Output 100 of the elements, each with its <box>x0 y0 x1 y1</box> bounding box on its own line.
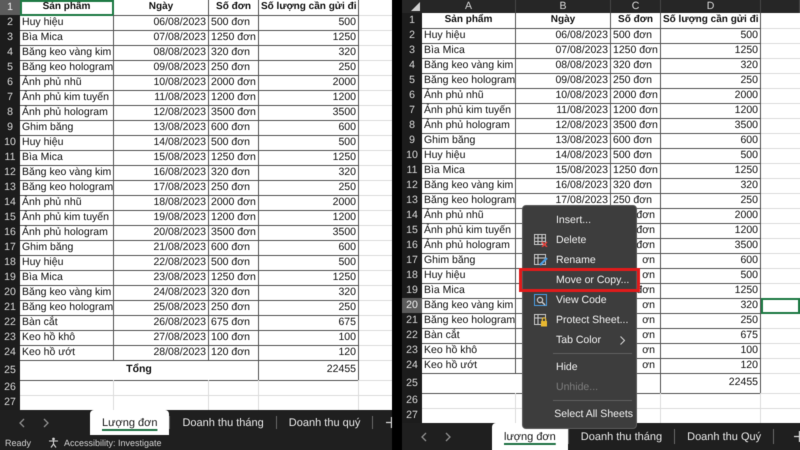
row-header[interactable]: 25 <box>402 373 422 394</box>
column-header[interactable]: D <box>661 0 761 13</box>
row-header[interactable]: 19 <box>0 270 20 286</box>
chevron-right-icon[interactable] <box>43 418 50 428</box>
row-header[interactable]: 19 <box>402 283 422 299</box>
row-header[interactable]: 22 <box>402 328 422 344</box>
table-cell: 07/08/2023 <box>516 43 611 59</box>
sheet-tab[interactable]: Doanh thu Quý <box>675 423 774 450</box>
selected-cell[interactable] <box>761 298 800 314</box>
row-header[interactable]: 15 <box>402 223 422 239</box>
row-header[interactable]: 18 <box>402 268 422 284</box>
row-header[interactable]: 6 <box>0 75 20 91</box>
row-header[interactable]: 9 <box>0 120 20 136</box>
row-header[interactable]: 24 <box>0 345 20 361</box>
table-cell: Ảnh phủ hologram <box>20 105 114 121</box>
table-cell: 21/08/2023 <box>114 240 209 256</box>
chevron-left-icon[interactable] <box>18 418 25 428</box>
table-delete-icon <box>534 234 548 246</box>
row-header[interactable]: 27 <box>402 408 422 423</box>
menu-item[interactable]: Move or Copy... <box>519 268 640 292</box>
row-header[interactable]: 1 <box>0 0 20 16</box>
row-header[interactable]: 13 <box>0 180 20 196</box>
row-header[interactable]: 26 <box>402 393 422 409</box>
row-header[interactable]: 8 <box>402 118 422 134</box>
column-header[interactable]: C <box>611 0 661 13</box>
row-header[interactable]: 5 <box>402 73 422 89</box>
sheet-tab[interactable]: Doanh thu tháng <box>568 423 674 450</box>
row-header[interactable]: 7 <box>402 103 422 119</box>
row-header[interactable]: 1 <box>402 13 422 29</box>
chevron-right-icon[interactable] <box>445 432 452 442</box>
table-cell: 100 <box>259 330 359 346</box>
row-header[interactable]: 3 <box>0 30 20 46</box>
plus-icon[interactable] <box>386 417 392 428</box>
row-header[interactable]: 12 <box>402 178 422 194</box>
row-header[interactable]: 17 <box>402 253 422 269</box>
row-header[interactable]: 8 <box>0 105 20 121</box>
row-header[interactable]: 5 <box>0 60 20 76</box>
column-header[interactable]: B <box>516 0 611 13</box>
table-cell: 250 đơn <box>209 60 259 76</box>
empty-cell[interactable] <box>209 380 259 396</box>
row-header[interactable]: 11 <box>0 150 20 166</box>
row-header[interactable]: 26 <box>0 380 20 396</box>
table-cell: 2000 <box>259 195 359 211</box>
table-cell: Sản phẩm <box>422 13 516 29</box>
empty-cell[interactable] <box>661 393 761 409</box>
row-header[interactable]: 22 <box>0 315 20 331</box>
row-header[interactable]: 20 <box>402 298 422 314</box>
column-header[interactable]: A <box>422 0 516 13</box>
row-header[interactable]: 24 <box>402 358 422 374</box>
row-header[interactable]: 27 <box>0 395 20 410</box>
table-cell: Keo hồ khô <box>20 330 114 346</box>
row-header[interactable]: 15 <box>0 210 20 226</box>
row-header[interactable]: 7 <box>0 90 20 106</box>
table-cell: Bìa Mica <box>422 43 516 59</box>
accessibility-status[interactable]: Accessibility: Investigate <box>64 438 162 448</box>
row-header[interactable]: 10 <box>0 135 20 151</box>
table-cell: 1250 <box>661 43 761 59</box>
sheet-tab[interactable]: Doanh thu quý <box>276 410 372 435</box>
sheet-tab[interactable]: Doanh thu tháng <box>170 410 276 435</box>
table-cell: Ảnh phủ nhũ <box>20 195 114 211</box>
table-cell: 16/08/2023 <box>114 165 209 181</box>
table-cell: 675 <box>259 315 359 331</box>
row-header[interactable]: 23 <box>0 330 20 346</box>
row-header[interactable]: 25 <box>0 360 20 381</box>
row-header[interactable]: 6 <box>402 88 422 104</box>
row-header[interactable]: 13 <box>402 193 422 209</box>
row-header[interactable]: 12 <box>0 165 20 181</box>
table-cell: Bàn cắt <box>422 328 516 344</box>
row-header[interactable]: 14 <box>0 195 20 211</box>
row-header[interactable]: 9 <box>402 133 422 149</box>
row-header[interactable]: 17 <box>0 240 20 256</box>
empty-cell[interactable] <box>114 380 209 396</box>
table-cell: 1200 <box>661 223 761 239</box>
chevron-left-icon[interactable] <box>420 432 427 442</box>
row-header[interactable]: 11 <box>402 163 422 179</box>
table-cell: 320 <box>259 285 359 301</box>
table-cell: 500 đơn <box>611 148 661 164</box>
row-header[interactable]: 23 <box>402 343 422 359</box>
accessibility-icon[interactable] <box>48 437 60 448</box>
sheet-tab[interactable]: Lượng đơn <box>90 410 170 435</box>
select-all-icon[interactable] <box>411 2 420 11</box>
row-header[interactable]: 16 <box>402 238 422 254</box>
row-header[interactable]: 21 <box>402 313 422 329</box>
menu-item[interactable]: Select All Sheets <box>523 404 636 424</box>
table-cell: 600 <box>259 240 359 256</box>
row-header[interactable]: 18 <box>0 255 20 271</box>
row-header[interactable]: 4 <box>402 58 422 74</box>
row-header[interactable]: 21 <box>0 300 20 316</box>
table-cell: Băng keo vàng kim <box>20 285 114 301</box>
plus-icon[interactable] <box>794 431 800 442</box>
row-header[interactable]: 4 <box>0 45 20 61</box>
row-header[interactable]: 20 <box>0 285 20 301</box>
row-header[interactable]: 3 <box>402 43 422 59</box>
empty-cell[interactable] <box>259 380 359 396</box>
row-header[interactable]: 2 <box>402 28 422 44</box>
row-header[interactable]: 14 <box>402 208 422 224</box>
row-header[interactable]: 2 <box>0 15 20 31</box>
row-header[interactable]: 10 <box>402 148 422 164</box>
row-header[interactable]: 16 <box>0 225 20 241</box>
table-cell: Keo hồ ướt <box>422 358 516 374</box>
